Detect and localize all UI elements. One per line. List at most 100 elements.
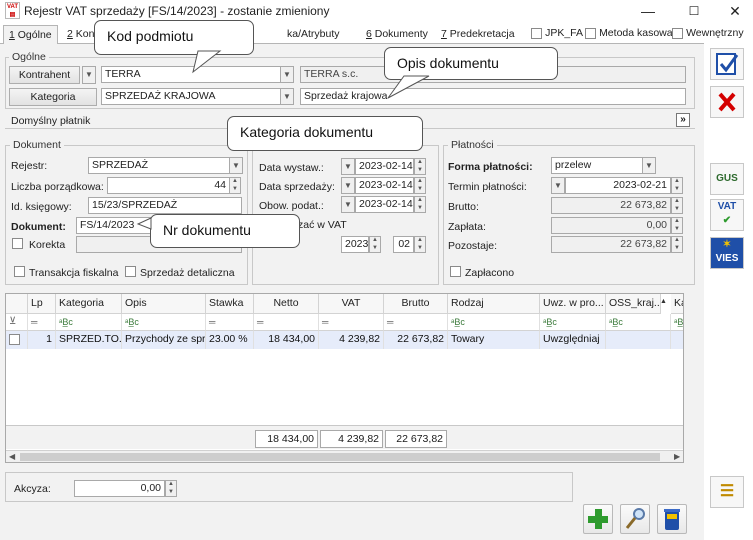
id-ksiegowy-field[interactable]: 15/23/SPRZEDAŻ	[88, 197, 242, 214]
row-select-checkbox[interactable]	[6, 331, 28, 349]
obow-podat-spinner[interactable]	[414, 196, 426, 213]
col-brutto-header[interactable]: Brutto	[384, 294, 448, 314]
row-oss[interactable]	[606, 331, 671, 349]
add-button[interactable]	[583, 504, 613, 534]
rejestr-dropdown[interactable]: ▼	[229, 157, 243, 174]
col-ka-header[interactable]: Ka	[671, 294, 683, 314]
kontrahent-code-dropdown[interactable]: ▼	[280, 66, 294, 83]
akcyza-spinner[interactable]	[165, 480, 177, 497]
data-wystawienia-dropdown[interactable]: ▼	[341, 158, 355, 175]
vat-year-spinner[interactable]	[369, 236, 381, 253]
horizontal-scrollbar[interactable]: ◀ ▶	[6, 450, 683, 462]
row-ka[interactable]	[671, 331, 683, 349]
col-kategoria-header[interactable]: Kategoria	[56, 294, 122, 314]
data-wystawienia-field[interactable]: 2023-02-14	[355, 158, 414, 175]
obow-podat-field[interactable]: 2023-02-14	[355, 196, 414, 213]
data-sprzedazy-field[interactable]: 2023-02-14	[355, 177, 414, 194]
filter-vat[interactable]: ═	[319, 314, 384, 331]
filter-brutto[interactable]: ═	[384, 314, 448, 331]
col-oss-header[interactable]: OSS_kraj...	[606, 294, 661, 314]
filter-uwz[interactable]: ᵃB̲c	[540, 314, 606, 331]
akcyza-field[interactable]: 0,00	[74, 480, 165, 497]
zaplacono-checkbox[interactable]	[450, 266, 461, 280]
row-vat[interactable]: 4 239,82	[319, 331, 384, 349]
kategoria-dropdown[interactable]: ▼	[280, 88, 294, 105]
vat-month-field[interactable]: 02	[393, 236, 414, 253]
filter-kategoria[interactable]: ᵃB̲c	[56, 314, 122, 331]
col-uwz-header[interactable]: Uwz. w pro...	[540, 294, 606, 314]
gus-button[interactable]: GUS	[710, 163, 744, 195]
scroll-left-icon[interactable]: ◀	[9, 452, 15, 461]
jpk-fa-checkbox[interactable]: JPK_FA	[531, 27, 583, 39]
col-lp-header[interactable]: Lp	[28, 294, 56, 314]
col-netto-header[interactable]: Netto	[254, 294, 319, 314]
row-opis[interactable]: Przychody ze spr...	[122, 331, 206, 349]
filter-oss[interactable]: ᵃB̲c	[606, 314, 671, 331]
row-lp[interactable]: 1	[28, 331, 56, 349]
termin-platnosci-field[interactable]: 2023-02-21	[565, 177, 671, 194]
scrollbar-thumb[interactable]	[20, 453, 660, 461]
filter-stawka[interactable]: ═	[206, 314, 254, 331]
liczba-porzadkowa-field[interactable]: 44	[107, 177, 230, 194]
termin-platnosci-spinner[interactable]	[671, 177, 683, 194]
vat-month-spinner[interactable]	[414, 236, 426, 253]
maximize-button[interactable]: ☐	[679, 2, 709, 20]
col-rodzaj-header[interactable]: Rodzaj	[448, 294, 540, 314]
rejestr-label: Rejestr:	[11, 160, 48, 172]
filter-opis[interactable]: ᵃB̲c	[122, 314, 206, 331]
liczba-porzadkowa-spinner[interactable]	[229, 177, 241, 194]
sprzedaz-detaliczna-checkbox[interactable]	[125, 266, 136, 280]
kategoria-button[interactable]: Kategoria	[9, 88, 97, 106]
filter-toggle-icon[interactable]: ⊻	[6, 314, 28, 331]
kontrahent-dropdown[interactable]: ▼	[82, 66, 96, 84]
kategoria-desc-field[interactable]: Sprzedaż krajowa	[300, 88, 686, 105]
vat-year-field[interactable]: 2023	[341, 236, 369, 253]
cancel-button[interactable]	[710, 86, 744, 118]
delete-button[interactable]	[657, 504, 687, 534]
metoda-kasowa-checkbox[interactable]: Metoda kasowa	[585, 27, 673, 39]
row-kategoria[interactable]: SPRZED.TO...	[56, 331, 122, 349]
filter-ka[interactable]: ᵃB̲c	[671, 314, 683, 331]
col-opis-header[interactable]: Opis	[122, 294, 206, 314]
filter-rodzaj[interactable]: ᵃB̲c	[448, 314, 540, 331]
korekta-checkbox[interactable]	[12, 238, 23, 252]
data-sprzedazy-dropdown[interactable]: ▼	[341, 177, 355, 194]
kontrahent-button[interactable]: Kontrahent	[9, 66, 80, 84]
tab-ogolne[interactable]: 1 Ogólne	[3, 25, 58, 45]
sort-asc-icon: ▲	[660, 298, 667, 305]
vies-button[interactable]: ✶ VIES	[710, 237, 744, 269]
col-stawka-header[interactable]: Stawka	[206, 294, 254, 314]
tab-predekretacja[interactable]: 7 Predekretacja	[436, 25, 520, 44]
data-sprzedazy-spinner[interactable]	[414, 177, 426, 194]
save-button[interactable]	[710, 48, 744, 80]
tab-atrybuty[interactable]: ka/Atrybuty	[282, 25, 345, 44]
wewnetrzny-checkbox[interactable]: Wewnętrzny	[672, 27, 744, 39]
eu-stars-icon: ✶	[722, 239, 732, 250]
scroll-right-icon[interactable]: ▶	[674, 452, 680, 461]
minimize-button[interactable]: —	[633, 2, 663, 20]
payments-button[interactable]: ☰	[710, 476, 744, 508]
row-uwz[interactable]: Uwzględniaj	[540, 331, 606, 349]
vat-status-button[interactable]: VAT ✔	[710, 199, 744, 231]
row-brutto[interactable]: 22 673,82	[384, 331, 448, 349]
tab-dokumenty[interactable]: 6 Dokumenty	[361, 25, 433, 44]
expand-platnik-icon[interactable]: »	[676, 113, 690, 127]
close-button[interactable]: ✕	[720, 2, 750, 20]
transakcja-fiskalna-checkbox[interactable]	[14, 266, 25, 280]
col-vat-header[interactable]: VAT	[319, 294, 384, 314]
termin-platnosci-dropdown[interactable]: ▼	[551, 177, 565, 194]
forma-platnosci-field[interactable]: przelew	[551, 157, 643, 174]
rejestr-field[interactable]: SPRZEDAŻ	[88, 157, 230, 174]
row-stawka[interactable]: 23.00 %	[206, 331, 254, 349]
kategoria-code-field[interactable]: SPRZEDAŻ KRAJOWA	[101, 88, 281, 105]
filter-netto[interactable]: ═	[254, 314, 319, 331]
check-icon: ✔	[722, 215, 732, 226]
row-netto[interactable]: 18 434,00	[254, 331, 319, 349]
data-wystawienia-spinner[interactable]	[414, 158, 426, 175]
vies-icon: VIES	[715, 253, 739, 264]
row-rodzaj[interactable]: Towary	[448, 331, 540, 349]
filter-lp[interactable]: ═	[28, 314, 56, 331]
edit-button[interactable]	[620, 504, 650, 534]
forma-platnosci-dropdown[interactable]: ▼	[642, 157, 656, 174]
obow-podat-dropdown[interactable]: ▼	[341, 196, 355, 213]
